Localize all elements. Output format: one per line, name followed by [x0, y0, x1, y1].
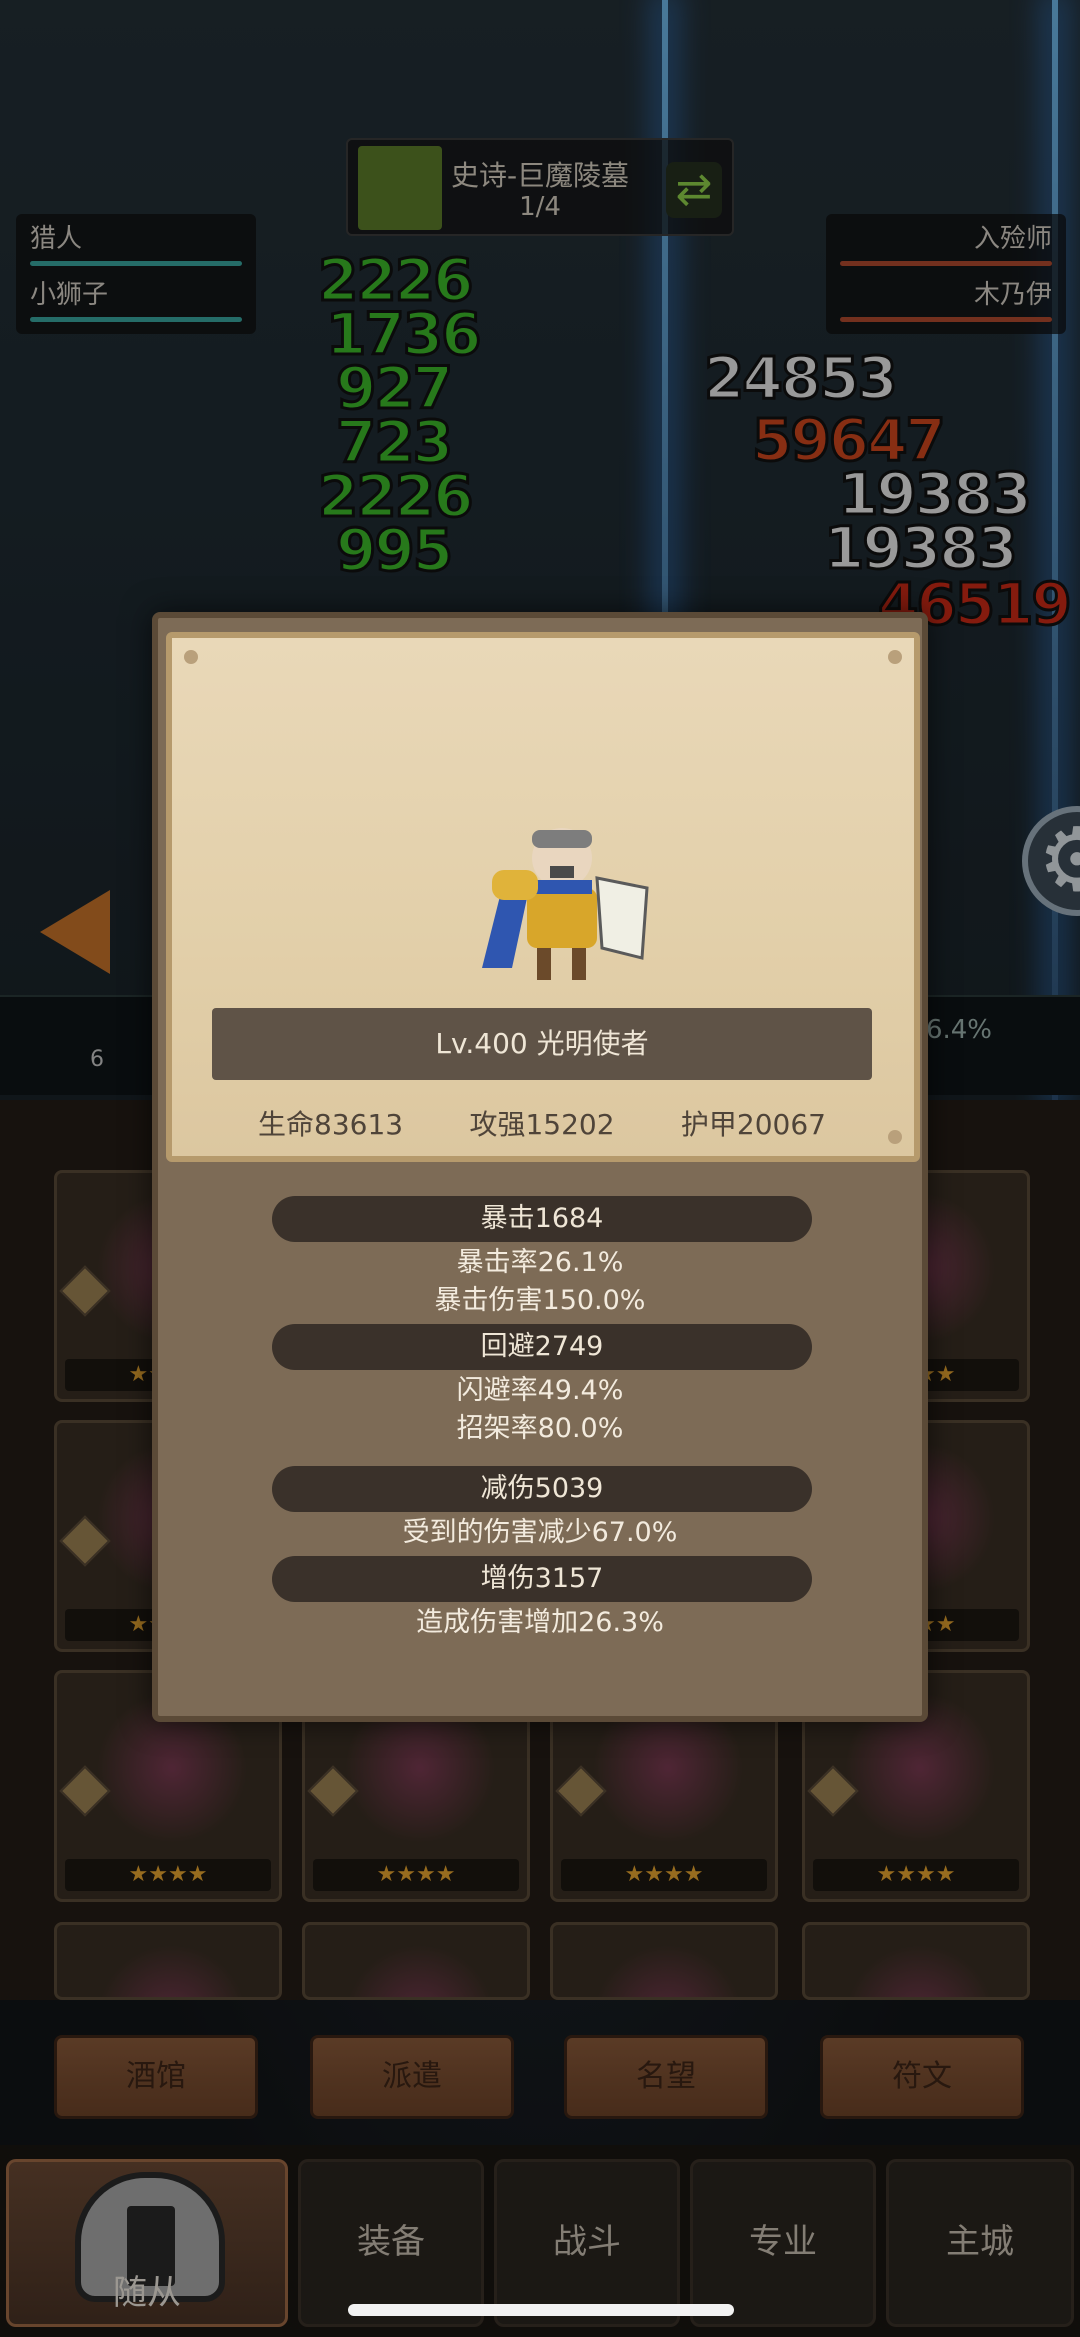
- stat-damage-reduction: 减伤5039: [272, 1466, 812, 1512]
- hero-basic-stats: 生命83613 攻强15202 护甲20067: [212, 1100, 872, 1150]
- hero-detail-popup: Lv.400 光明使者 生命83613 攻强15202 护甲20067 暴击16…: [152, 612, 928, 1722]
- nail-decoration: [888, 650, 902, 664]
- stat-armor: 护甲20067: [680, 1108, 826, 1141]
- stat-parry-rate: 招架率80.0%: [456, 1413, 624, 1444]
- stat-damage-reduction-desc: 受到的伤害减少67.0%: [402, 1517, 678, 1548]
- stat-evade: 回避2749: [272, 1324, 812, 1370]
- nail-decoration: [888, 1130, 902, 1144]
- stat-crit-damage: 暴击伤害150.0%: [434, 1285, 646, 1316]
- home-indicator[interactable]: [348, 2304, 734, 2316]
- stat-hp: 生命83613: [258, 1108, 404, 1141]
- stat-crit: 暴击1684: [272, 1196, 812, 1242]
- stat-dodge-rate: 闪避率49.4%: [456, 1375, 624, 1406]
- hero-sprite: [482, 828, 649, 980]
- stat-crit-rate: 暴击率26.1%: [456, 1247, 624, 1278]
- nail-decoration: [184, 650, 198, 664]
- game-screen: 史诗-巨魔陵墓 1/4 ⇄ 猎人 小狮子 入殓师 木乃伊 2226 1736 9…: [0, 0, 1080, 2337]
- hero-parchment-card: Lv.400 光明使者 生命83613 攻强15202 护甲20067: [166, 632, 920, 1162]
- stat-attack: 攻强15202: [469, 1108, 615, 1141]
- hero-name-banner: Lv.400 光明使者: [212, 1008, 872, 1080]
- stat-damage-boost-desc: 造成伤害增加26.3%: [416, 1607, 664, 1638]
- stat-damage-boost: 增伤3157: [272, 1556, 812, 1602]
